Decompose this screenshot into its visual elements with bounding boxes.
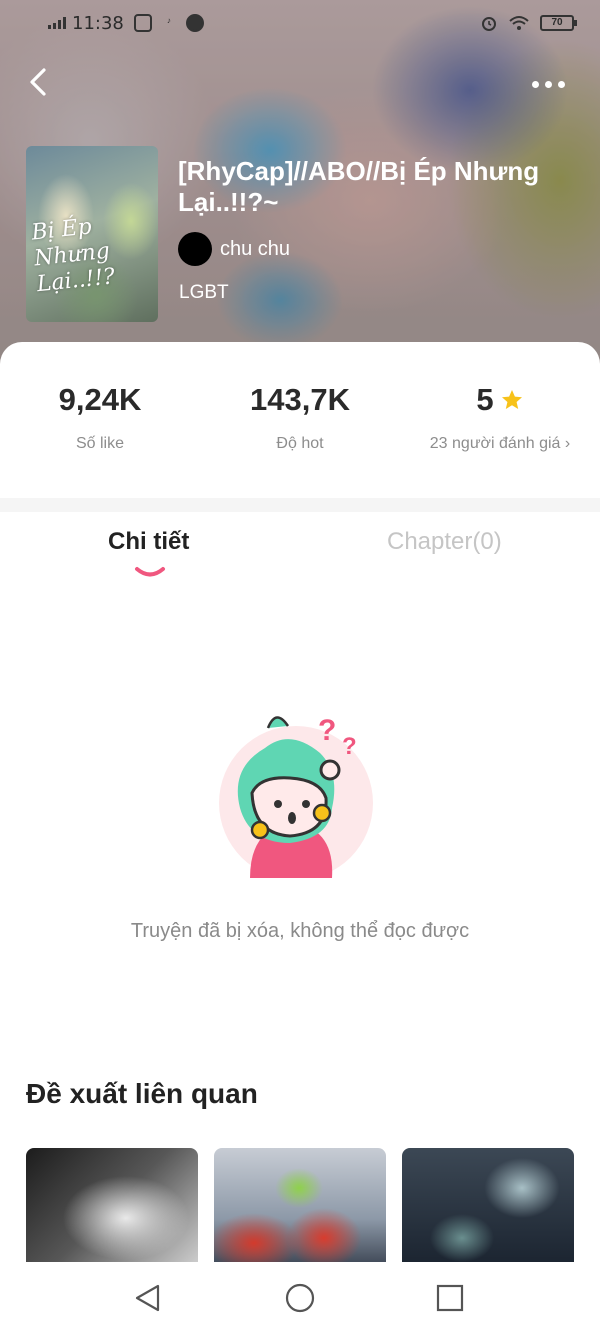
related-story-card[interactable]: [402, 1148, 574, 1266]
nav-home-button[interactable]: [284, 1282, 316, 1314]
stat-likes: 9,24K Số like: [0, 380, 200, 453]
avatar: [178, 232, 212, 266]
svg-text:?: ?: [318, 714, 336, 747]
section-divider: [0, 498, 600, 512]
rating-count-label: 23 người đánh giá: [429, 435, 561, 452]
genre-tag[interactable]: LGBT: [179, 282, 229, 304]
related-section-title: Đề xuất liên quan: [26, 1078, 258, 1109]
tab-details[interactable]: Chi tiết: [108, 528, 189, 556]
compass-icon: [185, 14, 204, 32]
zalo-icon: [133, 14, 152, 32]
empty-state-message: Truyện đã bị xóa, không thể đọc được: [130, 920, 470, 942]
status-time: 11:38: [72, 12, 124, 34]
nav-recents-button[interactable]: [434, 1282, 466, 1314]
tiktok-icon: ♪: [166, 16, 171, 25]
related-story-card[interactable]: [26, 1148, 198, 1266]
cover-title-text: Bị Ép Nhưng Lại..!!?: [30, 214, 117, 298]
tab-bar: Chi tiết Chapter(0): [0, 528, 600, 588]
alarm-icon: [482, 17, 496, 31]
nav-back-button[interactable]: [132, 1282, 164, 1314]
stat-hot: 143,7K Độ hot: [200, 380, 400, 453]
rating-value: 5: [476, 382, 494, 417]
signal-icon: [48, 17, 66, 29]
story-cover: Bị Ép Nhưng Lại..!!?: [26, 146, 158, 322]
chevron-right-icon: ›: [564, 435, 571, 452]
system-nav-bar: [0, 1262, 600, 1333]
likes-value: 9,24K: [58, 382, 142, 417]
wifi-icon: [509, 16, 529, 30]
status-bar: 11:38 ♪ 70: [0, 0, 600, 46]
related-story-card[interactable]: [214, 1148, 386, 1266]
hot-label: Độ hot: [276, 435, 324, 452]
author-link[interactable]: chu chu: [178, 232, 290, 266]
stat-rating: 5 23 người đánh giá ›: [400, 380, 600, 453]
likes-label: Số like: [75, 435, 125, 452]
back-button[interactable]: [22, 64, 58, 100]
confused-character-illustration: ? ?: [219, 714, 373, 878]
stats-row: 9,24K Số like 143,7K Độ hot 5 23 người đ…: [0, 380, 600, 453]
related-list: [26, 1148, 574, 1266]
tab-active-indicator: [135, 567, 165, 577]
svg-text:?: ?: [342, 733, 357, 760]
battery-icon: 70: [540, 15, 577, 31]
author-name: chu chu: [220, 237, 291, 260]
rating-count-link[interactable]: 23 người đánh giá ›: [400, 435, 600, 453]
more-options-button[interactable]: [532, 74, 572, 94]
hot-value: 143,7K: [250, 382, 350, 417]
star-icon: [501, 390, 522, 409]
tab-chapters[interactable]: Chapter(0): [387, 528, 502, 556]
story-title: [RhyCap]//ABO//Bị Ép Nhưng Lại..!!?~: [178, 156, 540, 217]
detail-sheet: 9,24K Số like 143,7K Độ hot 5 23 người đ…: [0, 342, 600, 1333]
